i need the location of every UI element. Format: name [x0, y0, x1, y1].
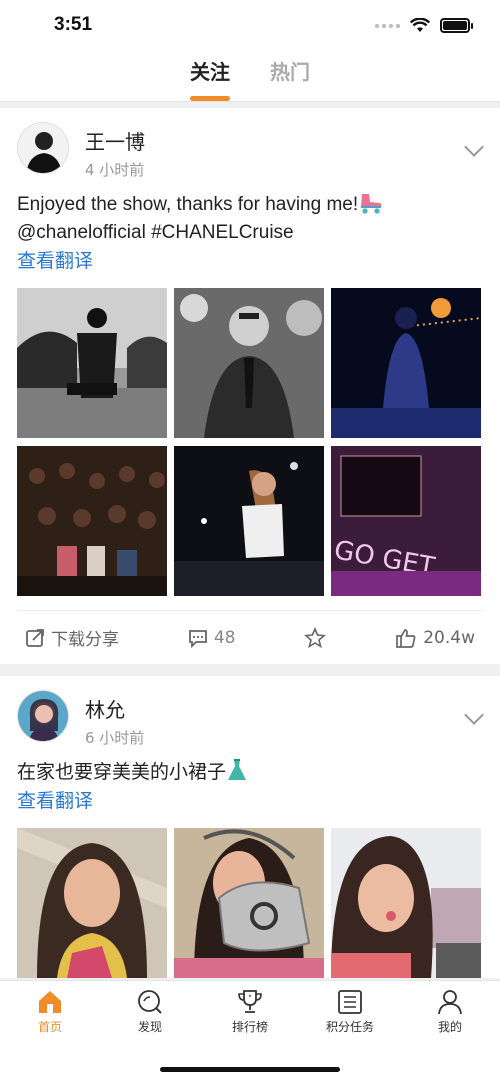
- comment-icon: [188, 629, 207, 648]
- photo-thumbnail[interactable]: [331, 288, 481, 438]
- post-text-line: Enjoyed the show, thanks for having me!: [17, 194, 359, 215]
- photo-grid: [17, 828, 483, 978]
- tab-profile[interactable]: 我的: [410, 989, 490, 1035]
- post-time: 4 小时前: [85, 161, 145, 179]
- photo-thumbnail[interactable]: [17, 288, 167, 438]
- tab-discover[interactable]: 发现: [110, 989, 190, 1035]
- discover-icon: [138, 990, 162, 1014]
- feed-tabs: 关注 热门: [0, 50, 500, 102]
- post-time: 6 小时前: [85, 729, 145, 747]
- profile-icon: [438, 990, 462, 1015]
- photo-thumbnail[interactable]: [174, 828, 324, 978]
- chevron-down-icon[interactable]: [464, 705, 484, 725]
- chevron-down-icon[interactable]: [464, 137, 484, 157]
- signal-icon: [375, 23, 400, 28]
- post-actions: 下载分享 48 20.4w: [17, 610, 483, 664]
- tab-label: 积分任务: [325, 1020, 374, 1034]
- star-icon: [304, 626, 327, 648]
- status-time: 3:51: [54, 14, 93, 35]
- post-card: 王一博 4 小时前 Enjoyed the show, thanks for h…: [0, 108, 500, 664]
- home-indicator: [160, 1067, 340, 1072]
- tab-label: 首页: [37, 1020, 62, 1034]
- user-name[interactable]: 林允: [85, 694, 144, 723]
- avatar[interactable]: [17, 690, 69, 742]
- tab-home[interactable]: 首页: [10, 989, 90, 1035]
- tab-ranking[interactable]: 排行榜: [210, 989, 290, 1035]
- wifi-icon: [410, 18, 430, 32]
- download-share-button[interactable]: 下载分享: [25, 625, 119, 650]
- user-meta: 王一博 4 小时前: [85, 122, 145, 180]
- photo-thumbnail[interactable]: [174, 288, 324, 438]
- tab-following[interactable]: 关注: [190, 50, 230, 101]
- photo-thumbnail[interactable]: [17, 446, 167, 596]
- post-text: Enjoyed the show, thanks for having me! …: [17, 190, 483, 247]
- photo-thumbnail[interactable]: [174, 446, 324, 596]
- status-bar: 3:51: [0, 0, 500, 50]
- favorite-button[interactable]: [304, 626, 327, 649]
- thumbs-up-icon: [396, 628, 416, 648]
- bottom-tab-bar: 首页 发现 排行榜 积分任务 我的: [0, 980, 500, 1082]
- tab-hot[interactable]: 热门: [270, 50, 310, 101]
- share-icon: [26, 628, 44, 647]
- tab-label: 排行榜: [231, 1020, 268, 1034]
- photo-thumbnail[interactable]: [331, 828, 481, 978]
- post-text: 在家也要穿美美的小裙子: [17, 758, 483, 787]
- comment-button[interactable]: 48: [188, 628, 236, 648]
- post-text-line: @chanelofficial #CHANELCruise: [17, 222, 294, 243]
- like-button[interactable]: 20.4w: [395, 627, 475, 649]
- task-list-icon: [338, 990, 362, 1014]
- post-card: 林允 6 小时前 在家也要穿美美的小裙子 查看翻译: [0, 676, 500, 978]
- post-header: 王一博 4 小时前: [17, 122, 484, 180]
- user-name[interactable]: 王一博: [85, 126, 145, 155]
- post-header: 林允 6 小时前: [17, 690, 484, 748]
- user-meta: 林允 6 小时前: [85, 690, 144, 748]
- tab-label: 发现: [137, 1020, 162, 1034]
- translate-link[interactable]: 查看翻译: [17, 247, 483, 275]
- dress-icon: [228, 759, 247, 780]
- battery-icon: [440, 18, 473, 33]
- photo-grid: GO GET: [17, 288, 483, 596]
- feed: 王一博 4 小时前 Enjoyed the show, thanks for h…: [0, 108, 500, 978]
- avatar[interactable]: [17, 122, 69, 174]
- home-icon: [39, 991, 61, 1013]
- like-count: 20.4w: [423, 627, 475, 648]
- roller-skate-icon: [361, 194, 382, 214]
- comment-count: 48: [213, 627, 236, 648]
- tab-label: 我的: [437, 1020, 462, 1034]
- trophy-icon: [238, 990, 262, 1013]
- translate-link[interactable]: 查看翻译: [17, 787, 483, 815]
- tab-tasks[interactable]: 积分任务: [310, 989, 390, 1035]
- photo-thumbnail[interactable]: GO GET: [331, 446, 481, 596]
- post-text-line: 在家也要穿美美的小裙子: [17, 762, 227, 783]
- download-share-label: 下载分享: [51, 630, 119, 650]
- photo-thumbnail[interactable]: [17, 828, 167, 978]
- status-icons: [375, 18, 473, 33]
